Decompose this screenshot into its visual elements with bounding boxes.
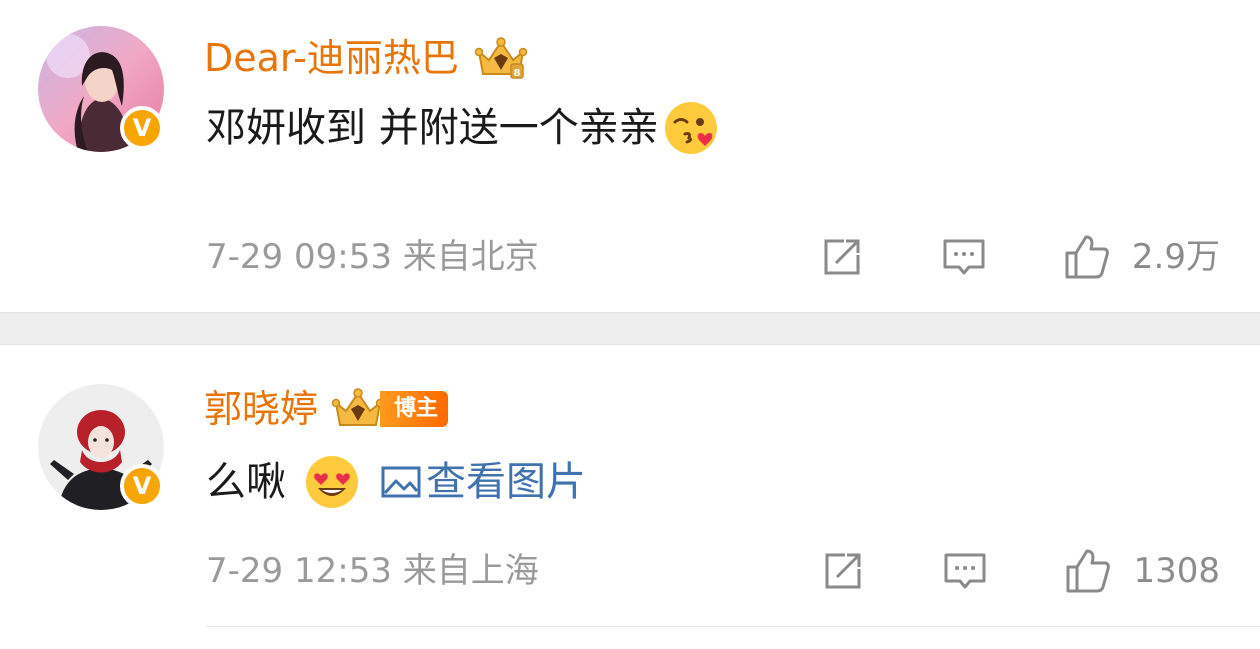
reply-button[interactable] [940,233,988,281]
like-button[interactable]: 2.9万 [1062,233,1220,281]
svg-text:8: 8 [513,68,520,79]
comment-item: V 郭晓婷 博主 么啾 查看图片 7-29 12:53 来自上海 1308 [0,345,1260,649]
avatar[interactable]: V [38,384,164,510]
comment-icon[interactable] [941,547,989,595]
divider [206,626,1260,627]
comment-separator [0,312,1260,345]
kiss-wink-emoji-icon [664,102,717,154]
verified-icon: V [120,464,164,508]
blogger-label: 博主 [380,391,449,427]
view-image-link[interactable]: 查看图片 [380,452,586,512]
like-count: 2.9万 [1131,237,1220,277]
heart-eyes-emoji-icon [306,456,358,508]
share-button[interactable] [819,547,867,595]
view-image-label[interactable]: 查看图片 [426,452,586,512]
verified-icon: V [120,106,164,150]
username[interactable]: Dear-迪丽热巴 [204,30,459,86]
crown-vip-icon[interactable]: 8 [471,34,531,82]
like-button[interactable]: 1308 [1063,547,1220,595]
comment-meta: 7-29 09:53 来自北京 [206,237,539,277]
share-icon[interactable] [819,547,867,595]
share-button[interactable] [818,233,866,281]
thumbs-up-icon[interactable] [1063,547,1111,595]
like-count: 1308 [1133,551,1220,591]
comment-icon[interactable] [940,233,988,281]
avatar[interactable]: V [38,26,164,152]
comment-meta: 7-29 12:53 来自上海 [206,551,539,591]
crown-blogger-icon [331,388,385,426]
comment-item: V Dear-迪丽热巴 8 邓妍收到 并附送一个亲亲 7-29 09:53 来自… [0,0,1260,312]
image-icon [381,466,421,498]
blogger-badge[interactable]: 博主 [328,385,449,433]
username[interactable]: 郭晓婷 [204,381,318,437]
comment-text: 邓妍收到 并附送一个亲亲 [206,105,659,151]
share-icon[interactable] [818,233,866,281]
comment-text: 么啾 [206,459,286,505]
reply-button[interactable] [941,547,989,595]
thumbs-up-icon[interactable] [1062,233,1110,281]
